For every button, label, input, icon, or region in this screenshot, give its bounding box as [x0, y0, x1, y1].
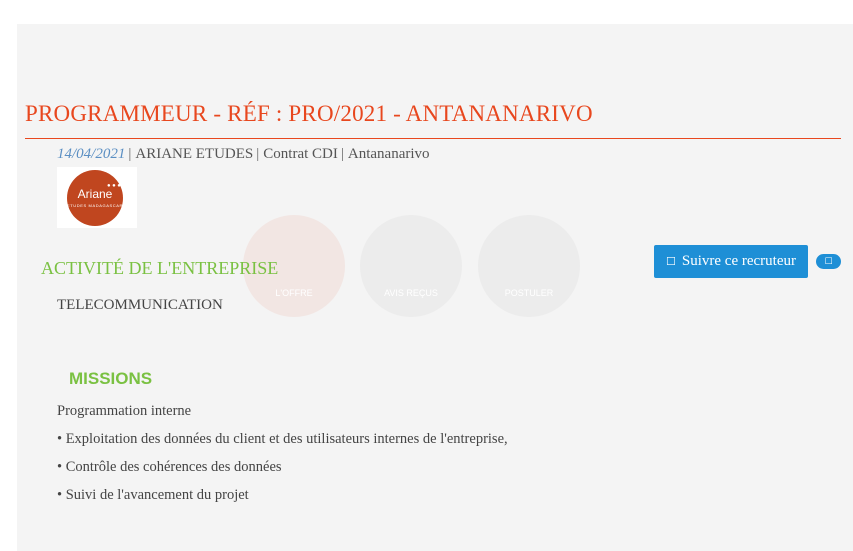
mission-item: Programmation interne	[57, 403, 192, 419]
title-divider	[25, 138, 841, 139]
company-logo-mark: ● ● ● Ariane ETUDES MADAGASCAR	[67, 170, 123, 226]
contract-type: Contrat CDI	[263, 146, 338, 162]
activity-heading: ACTIVITÉ DE L'ENTREPRISE	[41, 258, 279, 278]
company-name[interactable]: ARIANE ETUDES	[135, 146, 253, 162]
company-logo[interactable]: ● ● ● Ariane ETUDES MADAGASCAR	[57, 167, 137, 228]
missions-heading: MISSIONS	[69, 369, 153, 388]
job-meta: 14/04/2021 | ARIANE ETUDES | Contrat CDI | Ant…	[57, 146, 430, 163]
mission-item: • Contrôle des cohérences des données	[57, 459, 282, 475]
meta-separator: |	[256, 146, 260, 162]
counter-icon: ☐	[824, 256, 833, 267]
activity-value: TELECOMMUNICATION	[57, 297, 223, 313]
logo-subtitle: ETUDES MADAGASCAR	[67, 203, 123, 208]
counter-badge[interactable]: ☐	[816, 254, 841, 269]
follow-icon: ☐	[666, 255, 676, 268]
ghost-tab-label: POSTULER	[504, 288, 554, 298]
follow-recruiter-button[interactable]: ☐ Suivre ce recruteur	[654, 245, 808, 278]
ghost-tab-postuler[interactable]: POSTULER	[478, 215, 580, 317]
meta-separator: |	[128, 146, 132, 162]
mission-item: • Exploitation des données du client et …	[57, 431, 508, 447]
logo-word: Ariane	[77, 187, 113, 201]
ghost-tab-avis[interactable]: AVIS REÇUS	[360, 215, 462, 317]
mission-item: • Suivi de l'avancement du projet	[57, 487, 249, 503]
ghost-tab-label: L'OFFRE	[275, 288, 313, 298]
job-title: PROGRAMMEUR - RÉF : PRO/2021 - ANTANANAR…	[25, 101, 593, 126]
publish-date: 14/04/2021	[57, 146, 126, 162]
follow-button-label: Suivre ce recruteur	[681, 253, 796, 269]
job-location: Antananarivo	[347, 146, 430, 162]
missions-list: Programmation interne • Exploitation des…	[57, 402, 508, 514]
ghost-tab-label: AVIS REÇUS	[384, 288, 438, 298]
logo-dots: ● ● ●	[107, 183, 121, 189]
meta-separator: |	[340, 146, 344, 162]
